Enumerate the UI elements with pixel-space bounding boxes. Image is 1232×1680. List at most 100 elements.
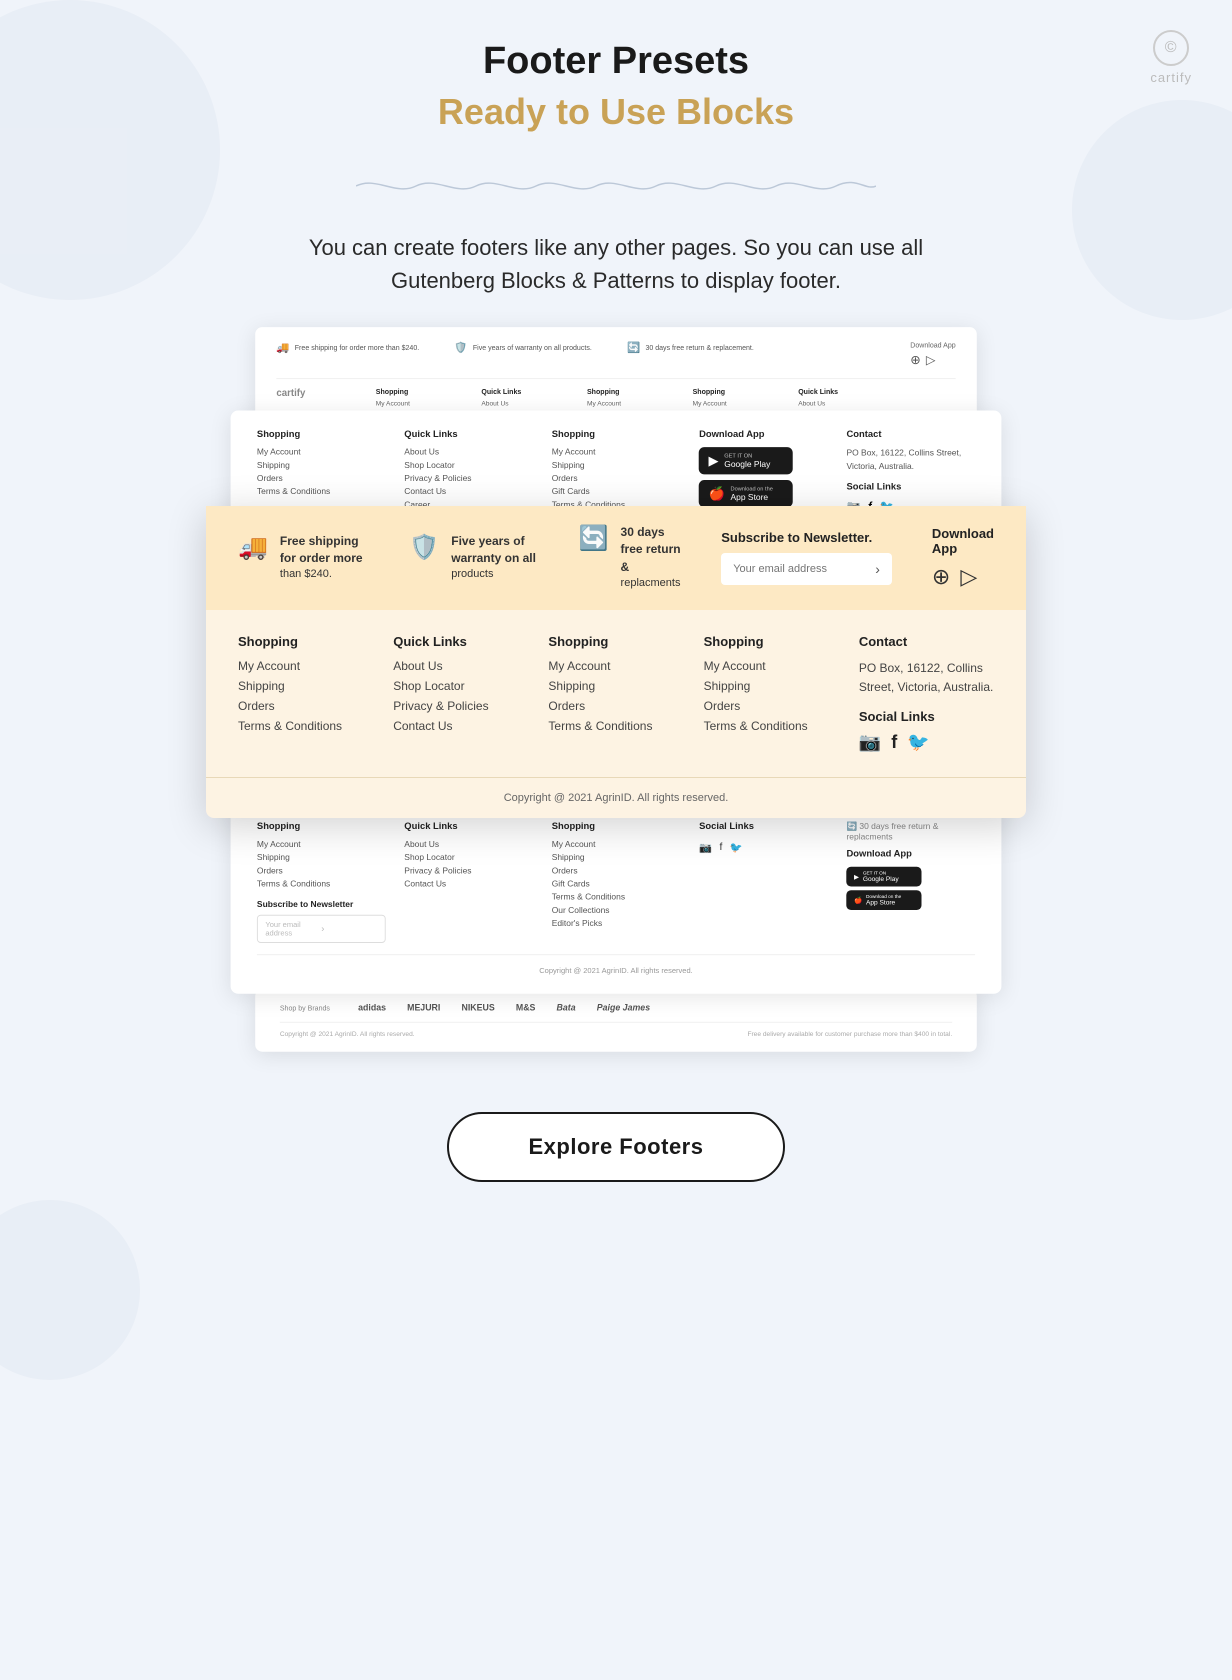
fp3-myaccount2-link[interactable]: My Account [548,659,683,673]
fp4-facebook-icon[interactable]: f [719,841,722,853]
fp3-terms-link[interactable]: Terms & Conditions [238,719,373,733]
fp3-orders3-link[interactable]: Orders [704,699,839,713]
explore-footers-button[interactable]: Explore Footers [447,1112,786,1182]
fp4-orders2-link[interactable]: Orders [552,866,681,875]
fp3-myaccount3-link[interactable]: My Account [704,659,839,673]
fp3-android-icon[interactable]: ⊕ [932,564,950,590]
fp3-return-feature: 🔄 30 days free return &replacments [579,524,682,592]
fp2-download-col: Download App ▶ GET IT ONGoogle Play 🍎 Do… [699,429,828,514]
page-title: Footer Presets [166,40,1066,83]
fp3-truck-icon: 🚚 [238,533,268,562]
fp4-about-link[interactable]: About Us [404,839,533,848]
fp3-top-bar: 🚚 Free shipping for order morethan $240.… [206,506,1026,610]
cartify-brand-name: cartify [1150,70,1192,85]
fp3-privacy-link[interactable]: Privacy & Policies [393,699,528,713]
fp4-shoplocator-link[interactable]: Shop Locator [404,853,533,862]
feature-shipping-text: Free shipping for order more than $240. [295,343,419,351]
fp5-brands-row: Shop by Brands adidas MEJURI NIKEUS M&S … [280,1003,952,1022]
fp4-contact-link[interactable]: Contact Us [404,879,533,888]
fp3-email-input[interactable] [733,563,875,575]
footer-preview-5: Shop by Brands adidas MEJURI NIKEUS M&S … [255,989,977,1051]
feature-return-text: 30 days free return & replacement. [645,343,753,351]
fp3-orders2-link[interactable]: Orders [548,699,683,713]
fp4-copyright: Copyright @ 2021 AgrinID. All rights res… [257,954,975,975]
fp4-myaccount-link[interactable]: My Account [257,839,386,848]
fp4-social-icons: 📷 f 🐦 [699,841,828,853]
fp3-instagram-icon[interactable]: 📷 [859,732,881,753]
fp4-col2: Quick Links About Us Shop Locator Privac… [404,822,533,943]
footer-previews-container: 🚚 Free shipping for order more than $240… [206,347,1026,972]
shield-icon: 🛡️ [454,341,467,353]
fp3-submit-arrow[interactable]: › [875,561,880,577]
fp1-logo: cartify [276,388,323,409]
fp3-apple-icon[interactable]: ▷ [960,564,977,590]
fp3-about-link[interactable]: About Us [393,659,528,673]
fp4-shipping-link[interactable]: Shipping [257,853,386,862]
fp3-shopping3-col: Shopping My Account Shipping Orders Term… [704,634,839,753]
fp1-shopping2-col: Shopping My Account [587,388,640,409]
fp5-delivery-note: Free delivery available for customer pur… [747,1030,952,1038]
android-store-icon: ⊕ [910,353,920,368]
fp3-warranty-feature: 🛡️ Five years of warranty on allproducts [409,533,538,583]
fp4-return-feature: 🔄 30 days free return & replacments [846,822,975,842]
fp4-apple-btn[interactable]: 🍎Download on theApp Store [846,890,921,910]
fp2-contact-address: PO Box, 16122, Collins Street, Victoria,… [846,447,975,472]
fp5-brand-mejuri: MEJURI [407,1003,440,1013]
fp5-copyright-text: Copyright @ 2021 AgrinID. All rights res… [280,1030,415,1038]
fp3-contact-link[interactable]: Contact Us [393,719,528,733]
fp3-shoplocator-link[interactable]: Shop Locator [393,679,528,693]
fp4-google-btn[interactable]: ▶GET IT ONGoogle Play [846,867,921,887]
fp2-shopping-col: Shopping My Account Shipping Orders Term… [257,429,386,514]
description-text: You can create footers like any other pa… [266,231,966,297]
fp2-google-play-btn[interactable]: ▶ GET IT ONGoogle Play [699,447,793,474]
fp2-app-store-btn[interactable]: 🍎 Download on theApp Store [699,480,793,507]
fp4-editorspicks-link[interactable]: Editor's Picks [552,918,681,927]
fp3-terms3-link[interactable]: Terms & Conditions [704,719,839,733]
fp4-terms-link[interactable]: Terms & Conditions [257,879,386,888]
fp5-brand-nikeus: NIKEUS [461,1003,494,1013]
fp3-facebook-icon[interactable]: f [891,732,897,753]
fp2-shopping2-col: Shopping My Account Shipping Orders Gift… [552,429,681,514]
fp3-shipping2-link[interactable]: Shipping [548,679,683,693]
footer-preview-4: Shopping My Account Shipping Orders Term… [231,803,1002,994]
fp4-twitter-icon[interactable]: 🐦 [730,841,743,853]
fp4-orders-link[interactable]: Orders [257,866,386,875]
fp4-myaccount2-link[interactable]: My Account [552,839,681,848]
fp1-quicklinks-col: Quick Links About Us [481,388,534,409]
fp5-bottom-row: Copyright @ 2021 AgrinID. All rights res… [280,1023,952,1038]
fp3-shipping3-link[interactable]: Shipping [704,679,839,693]
feature-warranty: 🛡️ Five years of warranty on all product… [454,341,591,353]
fp4-ourcollections-link[interactable]: Our Collections [552,905,681,914]
fp4-terms2-link[interactable]: Terms & Conditions [552,892,681,901]
fp3-myaccount-link[interactable]: My Account [238,659,373,673]
fp3-download-label: Download App [932,526,994,556]
feature-return: 🔄 30 days free return & replacement. [627,341,754,353]
cartify-logo: © cartify [1150,30,1192,85]
fp4-newsletter: Subscribe to Newsletter Your email addre… [257,900,386,943]
fp3-newsletter-section: Subscribe to Newsletter. › [721,530,892,585]
fp3-twitter-icon[interactable]: 🐦 [907,732,929,753]
cartify-logo-icon: © [1153,30,1189,66]
fp4-giftcards-link[interactable]: Gift Cards [552,879,681,888]
fp5-brand-bata: Bata [557,1003,576,1013]
fp4-social-section: 📷 f 🐦 [699,841,828,853]
fp3-contact-col: Contact PO Box, 16122, Collins Street, V… [859,634,994,753]
fp3-shopping2-col: Shopping My Account Shipping Orders Term… [548,634,683,753]
footer-preview-3: 🚚 Free shipping for order morethan $240.… [206,506,1026,818]
fp1-quicklinks2-col: Quick Links About Us [798,388,851,409]
fp1-store-icons: ⊕ ▷ [910,353,955,368]
fp4-privacy-link[interactable]: Privacy & Policies [404,866,533,875]
fp3-terms2-link[interactable]: Terms & Conditions [548,719,683,733]
fp3-newsletter-input-wrapper[interactable]: › [721,553,892,585]
fp4-store-buttons: ▶GET IT ONGoogle Play 🍎Download on theAp… [846,867,975,910]
fp3-orders-link[interactable]: Orders [238,699,373,713]
fp4-col3: Shopping My Account Shipping Orders Gift… [552,822,681,943]
fp3-quicklinks-col: Quick Links About Us Shop Locator Privac… [393,634,528,753]
fp4-newsletter-input-wrapper[interactable]: Your email address › [257,915,386,943]
fp4-shipping2-link[interactable]: Shipping [552,853,681,862]
fp4-instagram-icon[interactable]: 📷 [699,841,712,853]
fp4-submit-arrow[interactable]: › [321,924,377,934]
fp3-shipping-link[interactable]: Shipping [238,679,373,693]
feature-shipping: 🚚 Free shipping for order more than $240… [276,341,419,353]
truck-icon: 🚚 [276,341,289,353]
